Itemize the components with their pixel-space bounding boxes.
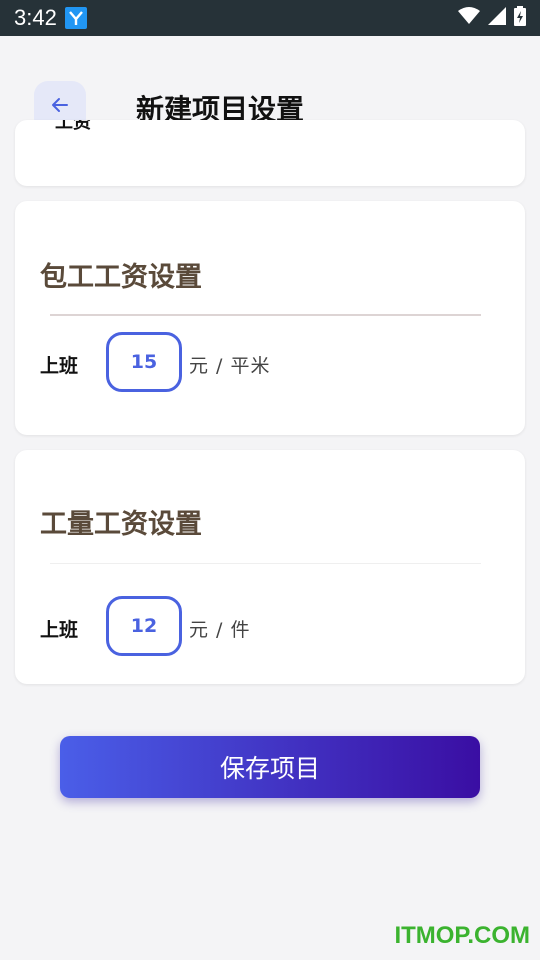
contract-wage-card: 包工工资设置 上班 15 元 / 平米 — [15, 201, 525, 435]
contract-wage-title: 包工工资设置 — [40, 262, 202, 293]
piece-unit: 元 / 件 — [189, 619, 251, 641]
divider — [50, 314, 481, 316]
y-app-icon — [64, 7, 87, 29]
status-time: 3:42 — [14, 5, 57, 30]
save-project-button[interactable]: 保存项目 — [60, 736, 480, 798]
divider — [50, 563, 481, 564]
piece-wage-title: 工量工资设置 — [40, 509, 202, 540]
status-icons — [458, 6, 526, 30]
partial-card-label: 工资 — [55, 120, 91, 133]
status-bar: 3:42 — [0, 0, 540, 36]
piece-wage-card: 工量工资设置 上班 12 元 / 件 — [15, 450, 525, 684]
wifi-icon — [458, 7, 480, 29]
contract-unit: 元 / 平米 — [189, 355, 271, 377]
piece-value-input[interactable]: 12 — [106, 596, 182, 656]
signal-icon — [488, 7, 506, 29]
battery-icon — [514, 6, 526, 30]
watermark: ITMOP.COM — [394, 922, 530, 949]
piece-row-label: 上班 — [40, 619, 79, 641]
contract-value-input[interactable]: 15 — [106, 332, 182, 392]
partial-card: 工资 — [15, 120, 525, 186]
arrow-left-icon — [49, 94, 71, 120]
contract-row-label: 上班 — [40, 355, 79, 377]
